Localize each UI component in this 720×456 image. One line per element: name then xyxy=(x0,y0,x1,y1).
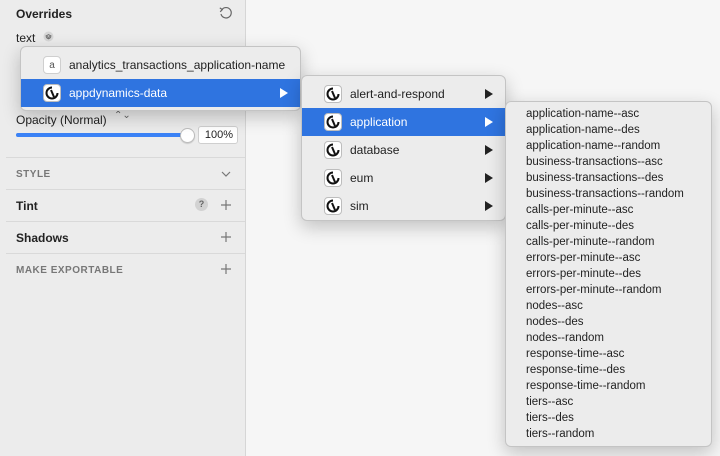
menu-item[interactable]: calls-per-minute--des xyxy=(506,218,711,234)
submenu-arrow-icon xyxy=(485,89,493,99)
tint-label: Tint xyxy=(16,199,38,213)
add-tint-plus-icon[interactable] xyxy=(220,199,232,211)
appdynamics-logo-icon xyxy=(324,113,342,131)
reset-overrides-icon[interactable] xyxy=(218,5,234,21)
menu-item[interactable]: calls-per-minute--random xyxy=(506,234,711,250)
menu-item[interactable]: business-transactions--des xyxy=(506,170,711,186)
appdynamics-logo-icon xyxy=(43,84,61,102)
menu-item[interactable]: business-transactions--asc xyxy=(506,154,711,170)
help-icon[interactable]: ? xyxy=(195,198,208,211)
submenu-arrow-icon xyxy=(485,173,493,183)
menu-item[interactable]: tiers--des xyxy=(506,410,711,426)
menu-item-label: analytics_transactions_application-name xyxy=(69,58,286,72)
opacity-slider-track[interactable] xyxy=(16,133,188,137)
opacity-slider-thumb[interactable] xyxy=(180,128,195,143)
appdynamics-logo-icon xyxy=(324,197,342,215)
menu-item-application[interactable]: application xyxy=(302,108,505,136)
divider xyxy=(6,157,245,158)
menu-item-analytics-transactions[interactable]: a analytics_transactions_application-nam… xyxy=(21,51,300,79)
menu-item[interactable]: application-name--asc xyxy=(506,106,711,122)
menu-item-label: eum xyxy=(350,171,374,185)
menu-item[interactable]: tiers--random xyxy=(506,426,711,442)
menu-item[interactable]: response-time--asc xyxy=(506,346,711,362)
submenu-arrow-icon xyxy=(485,145,493,155)
menu-item-label: appdynamics-data xyxy=(69,86,168,100)
data-source-menu: a analytics_transactions_application-nam… xyxy=(20,46,301,111)
menu-item[interactable]: errors-per-minute--random xyxy=(506,282,711,298)
menu-item-database[interactable]: database xyxy=(302,136,505,164)
opacity-slider-fill xyxy=(16,133,188,137)
overrides-title: Overrides xyxy=(16,7,73,21)
menu-item[interactable]: application-name--random xyxy=(506,138,711,154)
menu-item-label: database xyxy=(350,143,400,157)
menu-item[interactable]: business-transactions--random xyxy=(506,186,711,202)
menu-item[interactable]: response-time--des xyxy=(506,362,711,378)
menu-item-label: sim xyxy=(350,199,369,213)
menu-item-label: alert-and-respond xyxy=(350,87,445,101)
menu-item-eum[interactable]: eum xyxy=(302,164,505,192)
divider xyxy=(6,189,245,190)
menu-item[interactable]: nodes--asc xyxy=(506,298,711,314)
submenu-arrow-icon xyxy=(485,117,493,127)
menu-item[interactable]: response-time--random xyxy=(506,378,711,394)
menu-item[interactable]: errors-per-minute--asc xyxy=(506,250,711,266)
opacity-value-field[interactable]: 100% xyxy=(198,126,238,144)
menu-item[interactable]: tiers--asc xyxy=(506,394,711,410)
menu-item[interactable]: calls-per-minute--asc xyxy=(506,202,711,218)
menu-item[interactable]: application-name--des xyxy=(506,122,711,138)
opacity-mode-stepper-icon[interactable]: ⌃⌄ xyxy=(114,111,131,121)
menu-item-label: application xyxy=(350,115,408,129)
make-exportable-plus-icon[interactable] xyxy=(220,263,232,275)
appdynamics-logo-icon xyxy=(324,141,342,159)
menu-item-sim[interactable]: sim xyxy=(302,192,505,220)
appdynamics-logo-icon xyxy=(324,169,342,187)
layers-icon[interactable] xyxy=(43,31,54,42)
appdynamics-data-submenu: alert-and-respond application database e… xyxy=(301,75,506,221)
divider xyxy=(6,221,245,222)
chevron-down-icon[interactable] xyxy=(220,168,232,180)
appdynamics-logo-icon xyxy=(324,85,342,103)
menu-item[interactable]: nodes--des xyxy=(506,314,711,330)
submenu-arrow-icon xyxy=(485,201,493,211)
menu-item[interactable]: errors-per-minute--des xyxy=(506,266,711,282)
add-shadow-plus-icon[interactable] xyxy=(220,231,232,243)
menu-item-appdynamics-data[interactable]: appdynamics-data xyxy=(21,79,300,107)
style-section-label: STYLE xyxy=(16,169,51,180)
letter-a-icon: a xyxy=(43,56,61,74)
override-text-label: text xyxy=(16,31,36,45)
make-exportable-label: MAKE EXPORTABLE xyxy=(16,265,124,276)
menu-item[interactable]: nodes--random xyxy=(506,330,711,346)
application-submenu: application-name--asc application-name--… xyxy=(505,101,712,447)
submenu-arrow-icon xyxy=(280,88,288,98)
menu-item-alert-and-respond[interactable]: alert-and-respond xyxy=(302,80,505,108)
opacity-label: Opacity (Normal) xyxy=(16,113,107,127)
shadows-label: Shadows xyxy=(16,231,69,245)
divider xyxy=(6,253,245,254)
